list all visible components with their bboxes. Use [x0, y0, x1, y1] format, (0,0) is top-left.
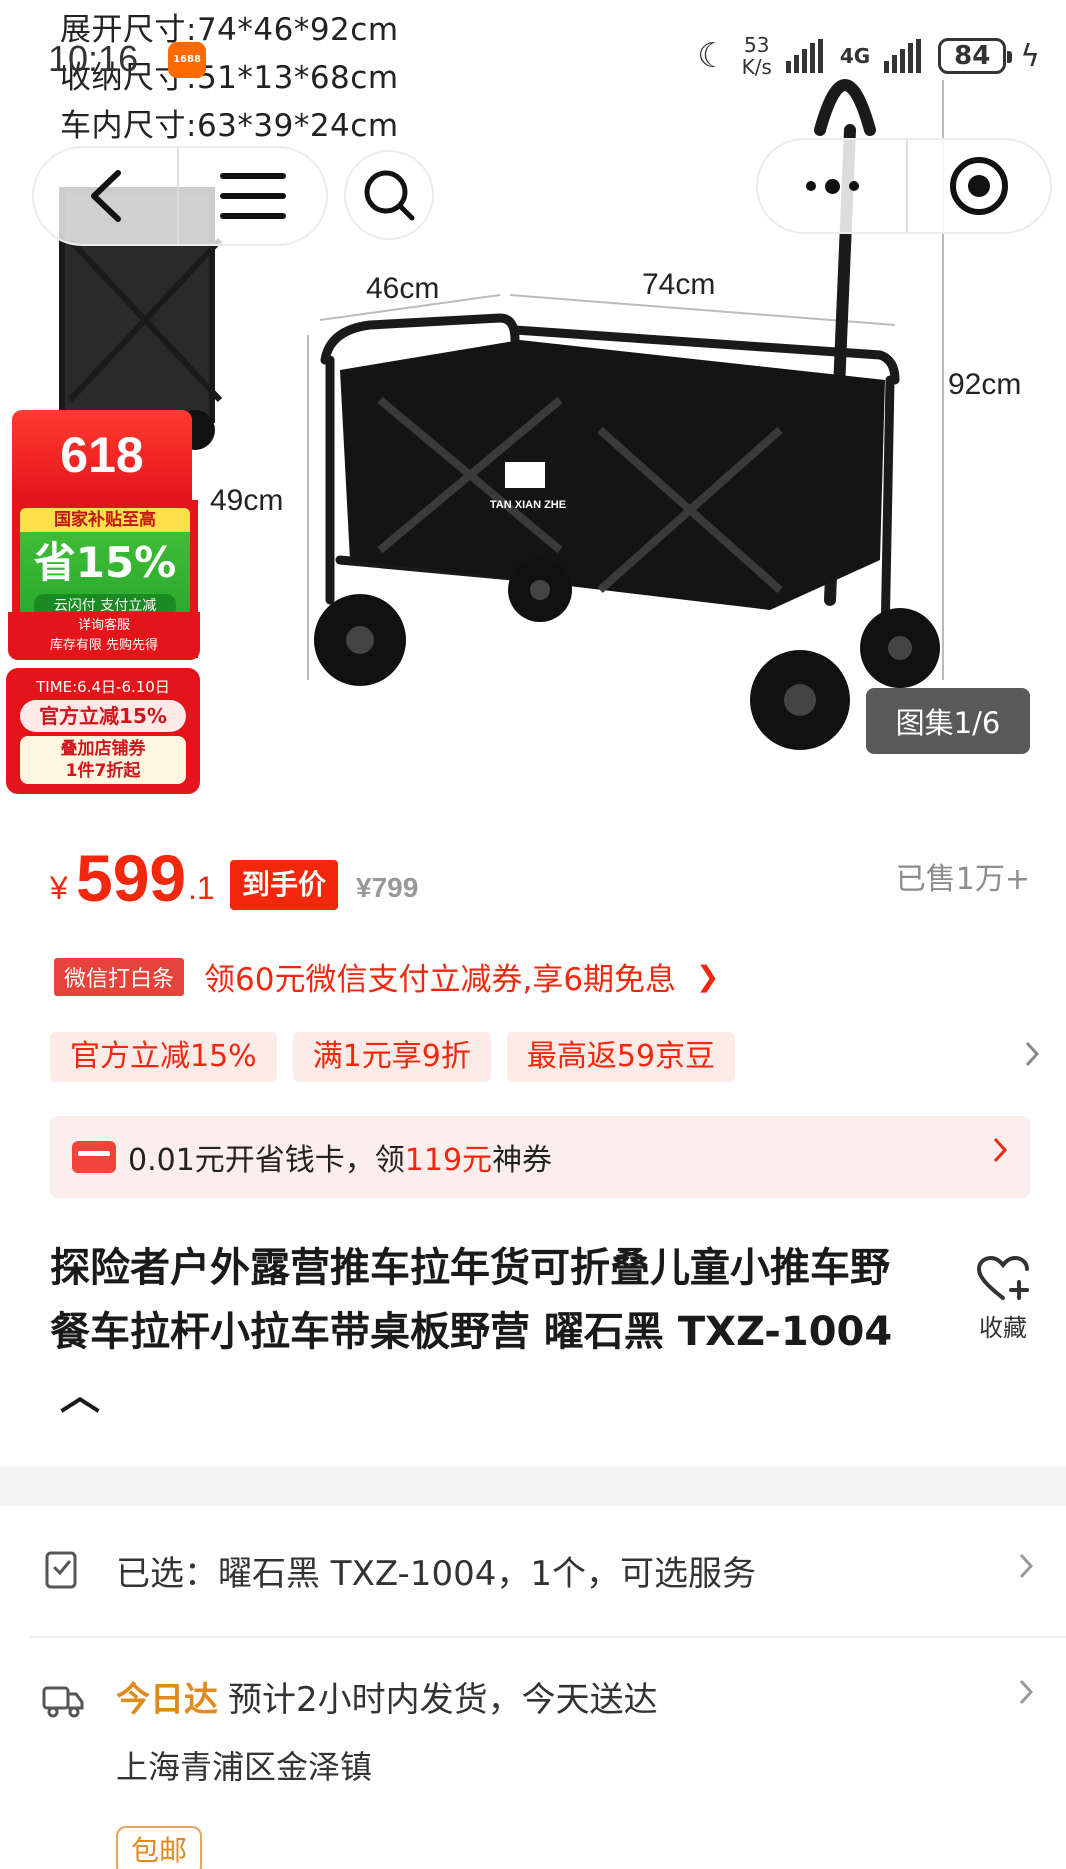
subsidy-big: 省15% — [33, 538, 177, 587]
original-price: ¥799 — [356, 872, 419, 903]
gallery-counter[interactable]: 图集1/6 — [866, 688, 1030, 754]
promo-foot: 详询客服 库存有限 先购先得 — [8, 612, 200, 660]
close-miniprogram-button[interactable] — [908, 157, 1050, 215]
status-time: 10:16 — [48, 38, 139, 79]
nav-pill — [32, 146, 328, 246]
favorite-button[interactable]: 收藏 — [968, 1255, 1038, 1343]
same-day-badge: 今日达 — [116, 1680, 218, 1720]
target-icon — [950, 157, 1008, 215]
signal-icon-2 — [884, 39, 922, 73]
more-button[interactable] — [758, 140, 908, 232]
delivery-main: 今日达 预计2小时内发货，今天送达 — [116, 1672, 658, 1721]
savings-card-banner[interactable]: 0.01元开省钱卡，领119元神券 — [50, 1116, 1030, 1198]
dim-length: 74cm — [642, 268, 716, 301]
promo-618-badge: 618 — [12, 410, 192, 500]
search-button[interactable] — [344, 150, 434, 240]
wechat-promo-text: 领60元微信支付立减券,享6期免息 — [204, 962, 677, 998]
chevron-right-icon — [1018, 1552, 1034, 1588]
miniprogram-capsule — [756, 138, 1052, 234]
wechat-promo-row[interactable]: 微信打白条 领60元微信支付立减券,享6期免息 ❯ — [54, 954, 720, 999]
promo-stack: 叠加店铺券 1件7折起 — [20, 736, 186, 784]
coupon-jingdou[interactable]: 最高返59京豆 — [506, 1032, 736, 1082]
selected-options-row[interactable]: 已选：曜石黑 TXZ-1004，1个，可选服务 — [0, 1506, 1066, 1638]
sold-count: 已售1万+ — [895, 862, 1030, 897]
search-icon — [364, 170, 415, 221]
subsidy-head: 国家补贴至高 — [20, 508, 190, 532]
final-price-tag: 到手价 — [230, 860, 339, 910]
wechat-badge: 微信打白条 — [54, 957, 185, 996]
selected-options-icon — [45, 1551, 77, 1589]
heart-plus-icon — [976, 1255, 1029, 1300]
net-speed: 53 K/s — [741, 33, 772, 79]
price-currency: ¥ — [50, 870, 68, 906]
promo-official: 官方立减15% — [20, 700, 186, 732]
signal-icon — [785, 39, 823, 73]
hamburger-icon — [219, 173, 286, 219]
spec-inner: 车内尺寸:63*39*24cm — [60, 108, 399, 144]
selected-options-text: 已选：曜石黑 TXZ-1004，1个，可选服务 — [116, 1554, 756, 1594]
product-image-gallery[interactable]: TAN XIAN ZHE 展开尺寸:74*46*92cm 收纳尺寸:51*13*… — [0, 0, 1066, 800]
coupon-official-discount[interactable]: 官方立减15% — [50, 1032, 277, 1082]
battery-icon: 84 — [938, 38, 1013, 74]
promo-time-card: TIME:6.4日-6.10日 官方立减15% 叠加店铺券 1件7折起 — [6, 668, 200, 794]
section-divider — [0, 1466, 1066, 1506]
brand-logo-text: TAN XIAN ZHE — [490, 499, 566, 511]
savings-card-text: 0.01元开省钱卡，领119元神券 — [128, 1143, 553, 1178]
dim-width: 46cm — [366, 272, 440, 305]
delivery-row[interactable]: 今日达 预计2小时内发货，今天送达 上海青浦区金泽镇 包邮 — [0, 1638, 1066, 1869]
back-button[interactable] — [34, 148, 179, 244]
delivery-estimate: 预计2小时内发货，今天送达 — [228, 1680, 658, 1720]
moon-icon: ☾ — [697, 36, 728, 76]
price-decimal: .1 — [188, 870, 215, 906]
coupon-ninety-percent[interactable]: 满1元享9折 — [292, 1032, 491, 1082]
chevron-right-icon — [992, 1136, 1008, 1172]
promo-time: TIME:6.4日-6.10日 — [36, 678, 170, 696]
price-integer: 599 — [76, 841, 187, 915]
chevron-right-icon: ❯ — [696, 960, 720, 993]
chevron-right-icon — [1018, 1678, 1034, 1714]
card-icon — [72, 1141, 116, 1173]
menu-button[interactable] — [179, 173, 326, 219]
coupon-row[interactable]: 官方立减15% 满1元享9折 最高返59京豆 — [50, 1032, 1040, 1082]
chevron-right-icon[interactable] — [1024, 1040, 1040, 1075]
back-arrow-icon — [90, 170, 121, 222]
network-type: 4G — [839, 44, 871, 68]
delivery-address: 上海青浦区金泽镇 — [116, 1748, 373, 1786]
status-indicators: ☾ 53 K/s 4G 84 ϟ — [697, 34, 1040, 78]
app-notification-icon: 1688 — [168, 42, 206, 78]
price-row: ¥ 599 .1 到手价 ¥799 已售1万+ — [50, 840, 1030, 920]
charging-icon: ϟ — [1020, 38, 1040, 74]
delivery-truck-icon — [42, 1686, 84, 1718]
collapse-toggle[interactable]: ︿ — [60, 1373, 100, 1419]
free-shipping-tag: 包邮 — [116, 1826, 202, 1869]
product-title: 探险者户外露营推车拉年货可折叠儿童小推车野餐车拉杆小拉车带桌板野营 曜石黑 TX… — [50, 1245, 893, 1419]
dim-height-body: 49cm — [210, 484, 284, 517]
favorite-label: 收藏 — [979, 1314, 1027, 1342]
dim-height-total: 92cm — [948, 368, 1022, 401]
